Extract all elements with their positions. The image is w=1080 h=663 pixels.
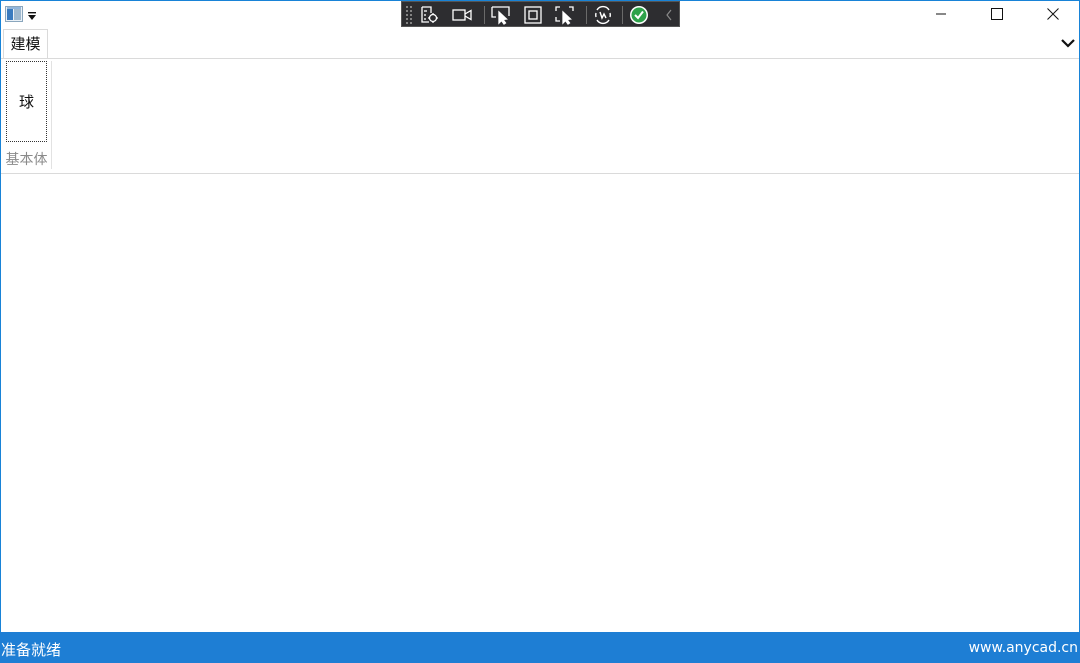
group-separator — [51, 61, 52, 169]
toolbar-separator — [622, 6, 623, 24]
toolbar-separator — [484, 6, 485, 24]
toolbar-separator — [586, 6, 587, 24]
ribbon-divider — [1, 58, 1079, 59]
close-icon — [1047, 5, 1059, 24]
dropdown-triangle-icon[interactable] — [26, 7, 38, 20]
debug-toolbar — [401, 1, 680, 27]
minimize-button[interactable] — [918, 1, 964, 28]
chevron-down-icon[interactable] — [1059, 35, 1077, 51]
tab-modeling[interactable]: 建模 — [3, 29, 48, 58]
ribbon-group-label: 基本体 — [5, 152, 48, 168]
main-window: 建模 球 基本体 — [0, 0, 1080, 663]
visual-tree-icon[interactable] — [419, 4, 441, 26]
binding-failures-ok-icon[interactable] — [628, 4, 650, 26]
camera-icon[interactable] — [451, 4, 473, 26]
track-focus-icon[interactable] — [554, 4, 576, 26]
app-icon[interactable] — [5, 6, 23, 22]
hot-reload-icon[interactable] — [592, 4, 614, 26]
close-button[interactable] — [1030, 1, 1076, 28]
viewport[interactable] — [1, 174, 1079, 632]
sphere-button[interactable]: 球 — [6, 61, 47, 142]
minimize-icon — [935, 5, 947, 24]
maximize-button[interactable] — [974, 1, 1020, 28]
status-bar: 准备就绪 www.anycad.cn — [0, 632, 1080, 663]
sphere-button-label: 球 — [18, 93, 34, 111]
select-element-icon[interactable] — [490, 4, 512, 26]
website-link[interactable]: www.anycad.cn — [969, 640, 1078, 656]
status-text: 准备就绪 — [1, 641, 62, 659]
display-layout-adorner-icon[interactable] — [522, 4, 544, 26]
title-bar — [1, 1, 1079, 28]
maximize-icon — [991, 5, 1003, 24]
collapse-chevron-icon[interactable] — [658, 4, 680, 26]
toolbar-grip[interactable] — [405, 5, 413, 24]
